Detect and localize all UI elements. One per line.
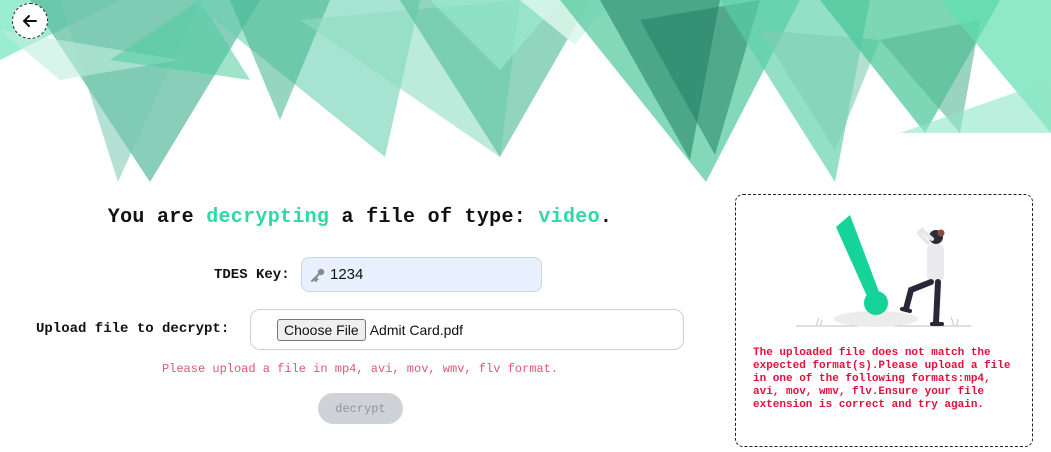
tdes-key-label: TDES Key: — [214, 267, 290, 283]
warning-person-illustration — [796, 215, 971, 327]
key-icon — [311, 268, 325, 282]
selected-file-name: Admit Card.pdf — [369, 321, 464, 338]
choose-file-button[interactable]: Choose File — [277, 318, 366, 341]
action-word: decrypting — [206, 206, 330, 229]
file-type: video — [538, 206, 600, 229]
tdes-key-field[interactable] — [301, 257, 542, 292]
error-panel: The uploaded file does not match the exp… — [735, 194, 1033, 447]
format-error-message: Please upload a file in mp4, avi, mov, w… — [161, 362, 559, 376]
format-error-details: The uploaded file does not match the exp… — [753, 347, 1011, 411]
decrypt-button[interactable]: decrypt — [318, 393, 403, 424]
back-button[interactable] — [12, 3, 48, 39]
header-banner — [0, 0, 1051, 182]
upload-label: Upload file to decrypt: — [36, 321, 230, 337]
tdes-key-input[interactable] — [330, 266, 520, 283]
arrow-left-icon — [23, 15, 37, 27]
page-title: You are decrypting a file of type: video… — [107, 206, 613, 229]
file-upload-field[interactable]: Choose File Admit Card.pdf — [250, 309, 684, 350]
